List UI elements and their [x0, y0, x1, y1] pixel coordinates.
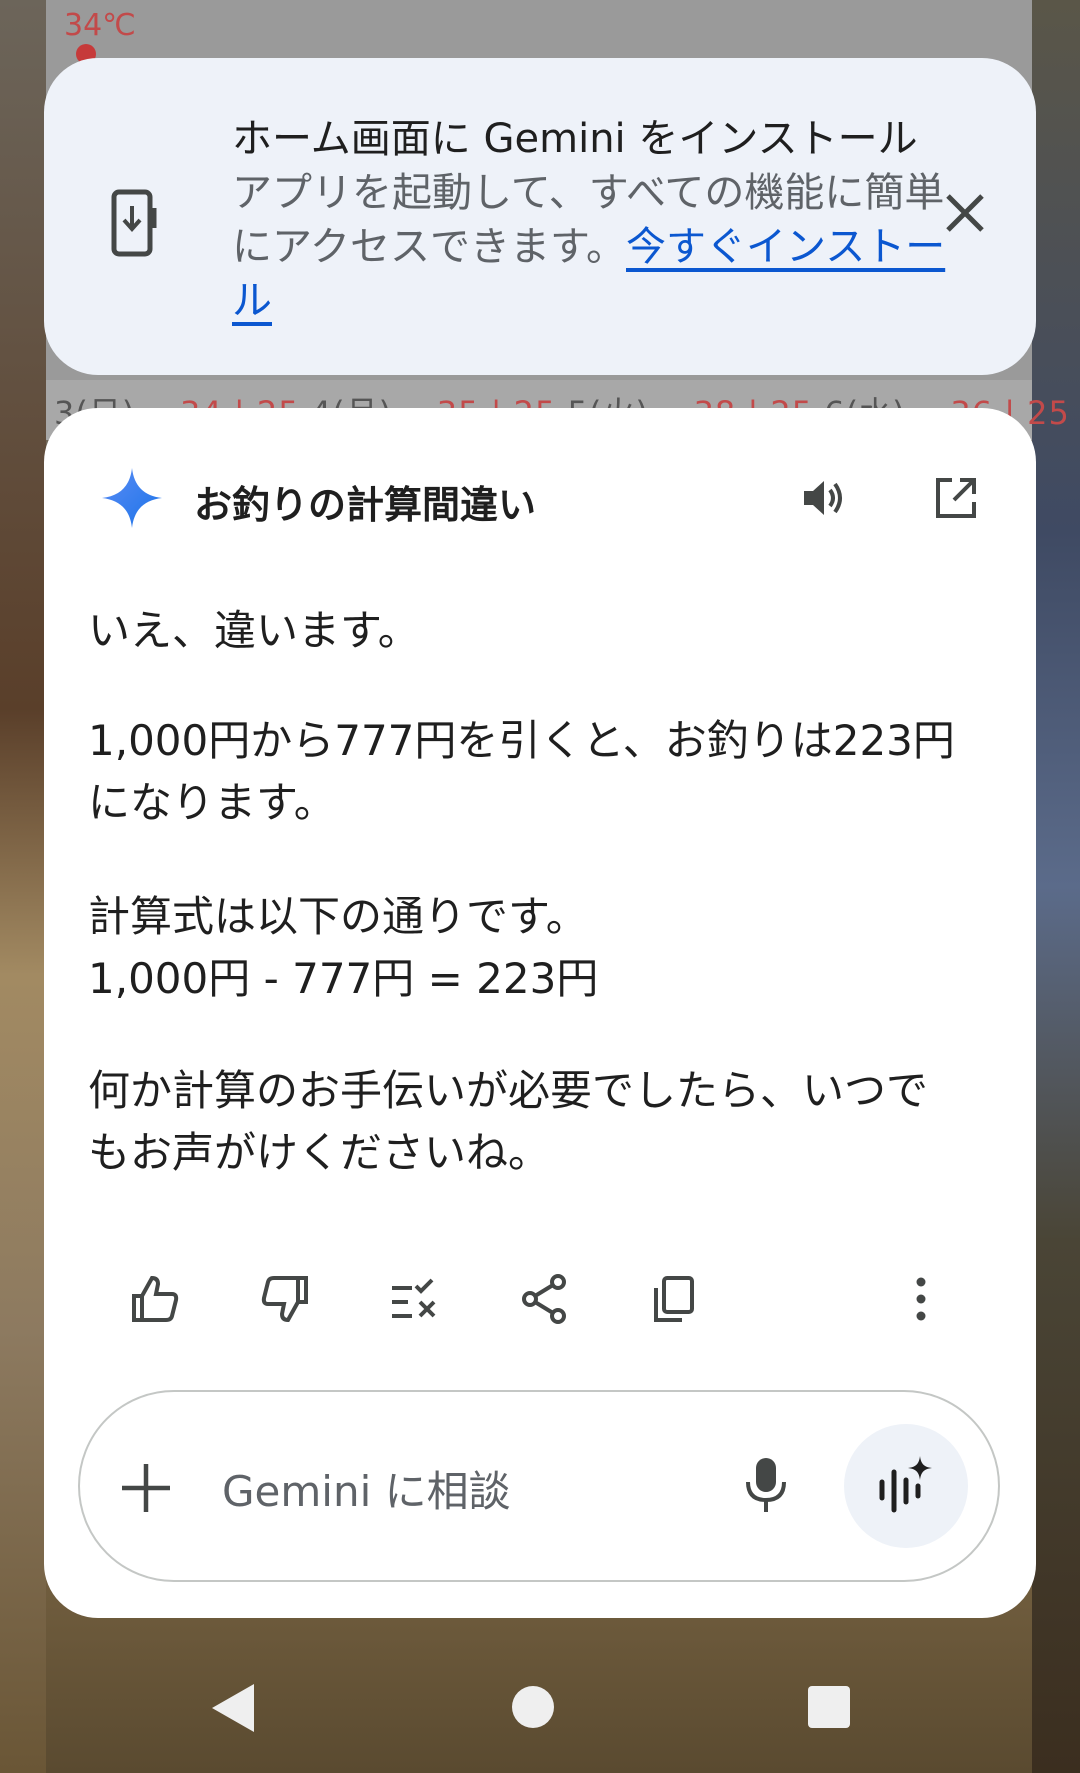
add-icon[interactable]: [120, 1462, 172, 1514]
gemini-live-button[interactable]: [844, 1424, 968, 1548]
copy-icon[interactable]: [648, 1272, 702, 1326]
thumb-down-icon[interactable]: [258, 1272, 312, 1326]
gemini-live-icon: [879, 1456, 932, 1513]
chat-title: お釣りの計算間違い: [194, 483, 537, 527]
response-paragraph-1: いえ、違います。: [88, 606, 420, 655]
banner-body: アプリを起動して、すべての機能に簡単にアクセスできます。今すぐインストール: [232, 166, 952, 328]
response-paragraph-4: 何か計算のお手伝いが必要でしたら、いつでもお声がけくださいね。: [88, 1066, 929, 1177]
back-icon[interactable]: [208, 1680, 258, 1736]
recent-apps-icon[interactable]: [808, 1686, 850, 1728]
chat-header: お釣りの計算間違い: [44, 408, 1036, 538]
microphone-icon[interactable]: [742, 1456, 790, 1516]
install-banner: ホーム画面に Gemini をインストール アプリを起動して、すべての機能に簡単…: [44, 58, 1036, 375]
share-icon[interactable]: [518, 1272, 572, 1326]
prompt-input-bar[interactable]: Gemini に相談: [78, 1390, 1000, 1582]
double-check-icon[interactable]: [388, 1272, 442, 1326]
gemini-overlay-sheet: お釣りの計算間違い いえ、違います。 1,000円から777円を引くと、お釣りは…: [44, 408, 1036, 1618]
response-paragraph-3: 計算式は以下の通りです。 1,000円 - 777円 = 223円: [88, 892, 599, 1003]
banner-title: ホーム画面に Gemini をインストール: [232, 116, 918, 162]
prompt-input-placeholder[interactable]: Gemini に相談: [222, 1458, 511, 1519]
more-vert-icon[interactable]: [894, 1272, 948, 1326]
response-actions: [44, 1258, 1036, 1338]
system-navigation-bar: [0, 1640, 1080, 1773]
home-icon[interactable]: [512, 1686, 554, 1728]
close-icon[interactable]: [940, 188, 990, 238]
response-paragraph-2: 1,000円から777円を引くと、お釣りは223円になります。: [88, 716, 955, 827]
thumb-up-icon[interactable]: [128, 1272, 182, 1326]
gemini-spark-icon: [102, 468, 162, 528]
temperature-label: 34℃: [64, 8, 136, 43]
install-phone-icon: [111, 189, 157, 257]
speaker-icon[interactable]: [800, 474, 848, 522]
open-in-new-icon[interactable]: [932, 474, 980, 522]
